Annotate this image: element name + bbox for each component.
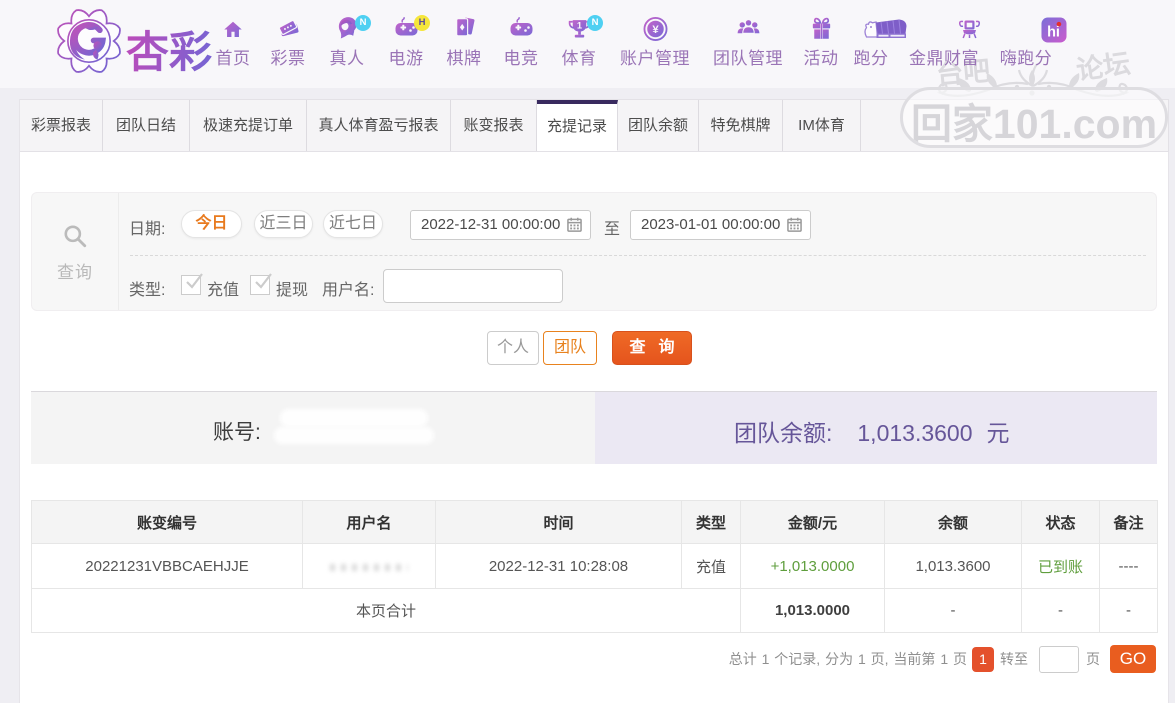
- svg-text:¥: ¥: [652, 24, 659, 36]
- svg-text:1: 1: [576, 21, 581, 31]
- svg-text:hi: hi: [1047, 24, 1060, 40]
